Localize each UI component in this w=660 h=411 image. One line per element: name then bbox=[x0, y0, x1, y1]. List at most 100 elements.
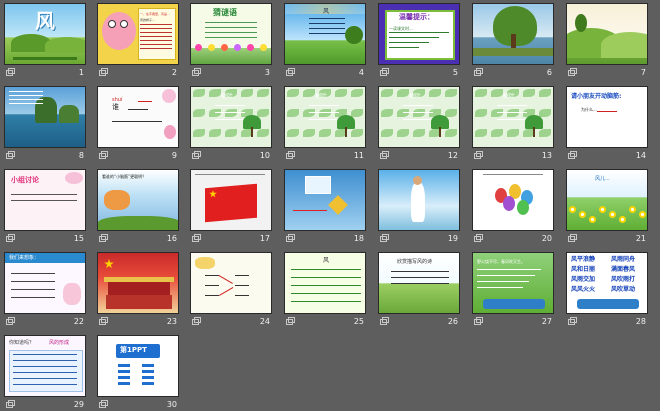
slide-preview[interactable]: 风儿... bbox=[566, 169, 648, 231]
slide-preview[interactable] bbox=[4, 86, 86, 148]
slide-transition-icon[interactable] bbox=[5, 317, 15, 325]
slide-transition-icon[interactable] bbox=[285, 234, 295, 242]
slide-transition-icon[interactable] bbox=[5, 68, 15, 76]
slide-transition-icon[interactable] bbox=[567, 68, 577, 76]
slide-preview[interactable]: 我们来想象： bbox=[4, 252, 86, 314]
slide-preview[interactable]: 第1PPT bbox=[97, 335, 179, 397]
slide-preview[interactable]: 树叶 bbox=[378, 86, 460, 148]
slide-thumbnail-10[interactable]: 树叶 10 bbox=[190, 86, 272, 162]
slide-preview[interactable]: 猜谜语 bbox=[190, 3, 272, 65]
slide-number: 29 bbox=[73, 400, 84, 409]
slide-number: 26 bbox=[447, 317, 458, 326]
slide-preview[interactable]: 请小朋友开动脑筋: 为什么... bbox=[566, 86, 648, 148]
slide-transition-icon[interactable] bbox=[285, 68, 295, 76]
slide-transition-icon[interactable] bbox=[5, 400, 15, 408]
slide-preview[interactable] bbox=[472, 3, 554, 65]
slide-thumbnail-22[interactable]: 我们来想象： 22 bbox=[4, 252, 86, 328]
slide-thumbnail-25[interactable]: 风 25 bbox=[284, 252, 366, 328]
slide-thumbnail-2[interactable]: 一、在字典里，风是... 风的样子... 2 bbox=[97, 3, 179, 79]
slide-thumbnail-14[interactable]: 请小朋友开动脑筋: 为什么... 14 bbox=[566, 86, 648, 162]
slide-thumbnail-11[interactable]: 树叶 11 bbox=[284, 86, 366, 162]
slide-thumbnail-19[interactable]: 19 bbox=[378, 169, 460, 245]
slide-thumbnail-18[interactable]: 18 bbox=[284, 169, 366, 245]
slide-preview[interactable] bbox=[97, 252, 179, 314]
slide-preview[interactable]: 欣赏描写风的诗 bbox=[378, 252, 460, 314]
slide-thumbnail-6[interactable]: 6 bbox=[472, 3, 554, 79]
slide-transition-icon[interactable] bbox=[5, 234, 15, 242]
slide-preview[interactable]: 小组讨论 bbox=[4, 169, 86, 231]
slide-transition-icon[interactable] bbox=[473, 317, 483, 325]
slide-preview[interactable] bbox=[284, 169, 366, 231]
slide-transition-icon[interactable] bbox=[285, 151, 295, 159]
slide-thumbnail-12[interactable]: 树叶 12 bbox=[378, 86, 460, 162]
slide-thumbnail-16[interactable]: 看谁的“小脑筋”更聪明？ 16 bbox=[97, 169, 179, 245]
slide-preview[interactable]: 风 bbox=[4, 3, 86, 65]
slide-preview[interactable]: 树叶 bbox=[284, 86, 366, 148]
slide-text: 谁 bbox=[112, 103, 119, 111]
slide-preview[interactable] bbox=[472, 169, 554, 231]
slide-preview[interactable] bbox=[378, 169, 460, 231]
slide-transition-icon[interactable] bbox=[98, 68, 108, 76]
slide-transition-icon[interactable] bbox=[191, 234, 201, 242]
slide-thumbnail-26[interactable]: 欣赏描写风的诗 26 bbox=[378, 252, 460, 328]
slide-transition-icon[interactable] bbox=[473, 68, 483, 76]
slide-transition-icon[interactable] bbox=[473, 234, 483, 242]
slide-preview[interactable] bbox=[190, 169, 272, 231]
slide-thumbnail-17[interactable]: 17 bbox=[190, 169, 272, 245]
slide-thumbnail-13[interactable]: 树叶 13 bbox=[472, 86, 554, 162]
slide-preview[interactable] bbox=[566, 3, 648, 65]
slide-thumbnail-5[interactable]: 温馨提示： 一读课文时... 5 bbox=[378, 3, 460, 79]
slide-transition-icon[interactable] bbox=[567, 234, 577, 242]
slide-preview[interactable]: 一、在字典里，风是... 风的样子... bbox=[97, 3, 179, 65]
slide-thumbnail-9[interactable]: shuí 谁 9 bbox=[97, 86, 179, 162]
slide-transition-icon[interactable] bbox=[98, 317, 108, 325]
slide-text: 风吹草动 bbox=[611, 286, 636, 293]
slide-meta: 5 bbox=[378, 67, 460, 78]
slide-preview[interactable]: 你知道吗？ 风的形成 bbox=[4, 335, 86, 397]
slide-preview[interactable]: 看谁的“小脑筋”更聪明？ bbox=[97, 169, 179, 231]
slide-thumbnail-20[interactable]: 20 bbox=[472, 169, 554, 245]
slide-thumbnail-3[interactable]: 猜谜语 3 bbox=[190, 3, 272, 79]
slide-transition-icon[interactable] bbox=[567, 317, 577, 325]
slide-transition-icon[interactable] bbox=[98, 400, 108, 408]
slide-preview[interactable] bbox=[190, 252, 272, 314]
slide-transition-icon[interactable] bbox=[379, 151, 389, 159]
slide-transition-icon[interactable] bbox=[379, 317, 389, 325]
slide-meta: 18 bbox=[284, 233, 366, 244]
slide-preview[interactable]: 树叶 bbox=[472, 86, 554, 148]
slide-transition-icon[interactable] bbox=[191, 151, 201, 159]
slide-preview[interactable]: 树叶 bbox=[190, 86, 272, 148]
slide-preview[interactable]: shuí 谁 bbox=[97, 86, 179, 148]
slide-thumbnail-21[interactable]: 风儿... 21 bbox=[566, 169, 648, 245]
slide-transition-icon[interactable] bbox=[567, 151, 577, 159]
slide-preview[interactable]: 风平浪静 风雨同舟 风和日丽 满面春风 风雨交加 风吹雨打 风风火火 风吹草动 bbox=[566, 252, 648, 314]
slide-transition-icon[interactable] bbox=[5, 151, 15, 159]
slide-thumbnail-4[interactable]: 风4 bbox=[284, 3, 366, 79]
slide-number: 6 bbox=[546, 68, 552, 77]
slide-preview[interactable]: 温馨提示： 一读课文时... bbox=[378, 3, 460, 65]
slide-thumbnail-24[interactable]: 24 bbox=[190, 252, 272, 328]
slide-thumbnail-30[interactable]: 第1PPT 30 bbox=[97, 335, 179, 411]
slide-thumbnail-27[interactable]: 野火烧不尽，春风吹又生。 27 bbox=[472, 252, 554, 328]
slide-transition-icon[interactable] bbox=[379, 68, 389, 76]
slide-transition-icon[interactable] bbox=[473, 151, 483, 159]
slide-transition-icon[interactable] bbox=[191, 317, 201, 325]
slide-preview[interactable]: 风 bbox=[284, 3, 366, 65]
slide-preview[interactable]: 风 bbox=[284, 252, 366, 314]
slide-thumbnail-7[interactable]: 7 bbox=[566, 3, 648, 79]
slide-transition-icon[interactable] bbox=[98, 234, 108, 242]
slide-transition-icon[interactable] bbox=[191, 68, 201, 76]
slide-thumbnail-8[interactable]: 8 bbox=[4, 86, 86, 162]
slide-thumbnail-1[interactable]: 风1 bbox=[4, 3, 86, 79]
slide-transition-icon[interactable] bbox=[379, 234, 389, 242]
slide-artwork: 树叶 bbox=[191, 87, 271, 147]
slide-meta: 15 bbox=[4, 233, 86, 244]
slide-thumbnail-15[interactable]: 小组讨论 15 bbox=[4, 169, 86, 245]
slide-transition-icon[interactable] bbox=[285, 317, 295, 325]
slide-text: 风和日丽 bbox=[571, 266, 596, 273]
slide-transition-icon[interactable] bbox=[98, 151, 108, 159]
slide-thumbnail-28[interactable]: 风平浪静 风雨同舟 风和日丽 满面春风 风雨交加 风吹雨打 风风火火 风吹草动 28 bbox=[566, 252, 648, 328]
slide-thumbnail-29[interactable]: 你知道吗？ 风的形成 29 bbox=[4, 335, 86, 411]
slide-preview[interactable]: 野火烧不尽，春风吹又生。 bbox=[472, 252, 554, 314]
slide-thumbnail-23[interactable]: 23 bbox=[97, 252, 179, 328]
